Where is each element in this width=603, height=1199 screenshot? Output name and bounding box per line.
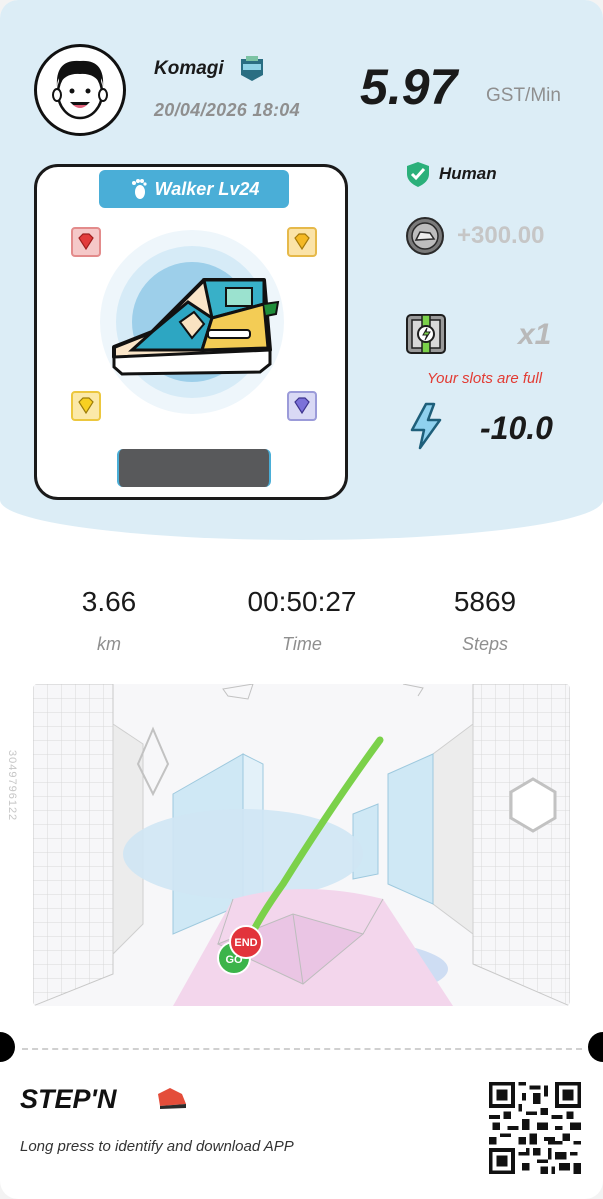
stat-distance-label: km: [97, 634, 121, 654]
shield-check-icon: [407, 162, 429, 187]
lightning-icon: [410, 402, 442, 450]
badge-icon: [241, 56, 263, 81]
qr-code[interactable]: [489, 1082, 581, 1174]
activity-datetime: 20/04/2026 18:04: [154, 100, 300, 120]
mystery-box-count: x1: [518, 318, 552, 351]
side-identifier: 3049796122: [6, 750, 18, 822]
end-marker-label: END: [234, 937, 257, 949]
avatar: [34, 44, 126, 136]
sneaker-type-tag: Walker Lv24: [99, 170, 289, 208]
perforation-left: [0, 1032, 15, 1062]
share-card: Komagi 20/04/2026 18:04 5.97 GST/Min Wal…: [0, 0, 603, 1199]
stat-steps-label: Steps: [461, 634, 509, 654]
stat-time: 00:50:27 Time: [222, 586, 382, 655]
download-prompt: Long press to identify and download APP: [20, 1138, 294, 1155]
stat-distance: 3.66 km: [29, 586, 189, 655]
perforation-right: [588, 1032, 603, 1062]
stat-time-value: 00:50:27: [247, 586, 357, 617]
gst-coin-icon: [406, 217, 444, 255]
human-label: Human: [439, 164, 497, 183]
sneaker-type-label: Walker Lv24: [154, 178, 260, 199]
brand-text: STEP'N: [20, 1084, 117, 1112]
footprint-icon: [131, 179, 147, 199]
energy-value: -10.0: [480, 410, 553, 446]
sneaker-panel[interactable]: Walker Lv24: [34, 164, 348, 500]
earning-unit: GST/Min: [486, 85, 561, 106]
stat-steps-value: 5869: [453, 586, 517, 617]
gst-bonus-value: +300.00: [457, 222, 545, 249]
end-marker: END: [229, 925, 263, 959]
mystery-box-icon: [406, 314, 446, 354]
stat-time-label: Time: [282, 634, 322, 654]
username: Komagi: [154, 58, 224, 79]
divider: [22, 1048, 582, 1050]
human-verified: Human: [405, 160, 497, 188]
stat-steps: 5869 Steps: [405, 586, 565, 655]
slots-full-warning: Your slots are full: [427, 370, 543, 387]
sneaker-image: [100, 230, 284, 414]
earning-rate: 5.97: [360, 59, 458, 115]
mint-bar: [117, 449, 271, 487]
stat-distance-value: 3.66: [81, 586, 137, 617]
avatar-face-icon: [52, 60, 108, 120]
stepn-logo: STEP'N: [20, 1084, 186, 1112]
gst-bonus: +300.00: [405, 216, 544, 256]
route-map: GO END: [33, 684, 570, 1006]
route-map-illustration: GO END: [33, 684, 570, 1006]
